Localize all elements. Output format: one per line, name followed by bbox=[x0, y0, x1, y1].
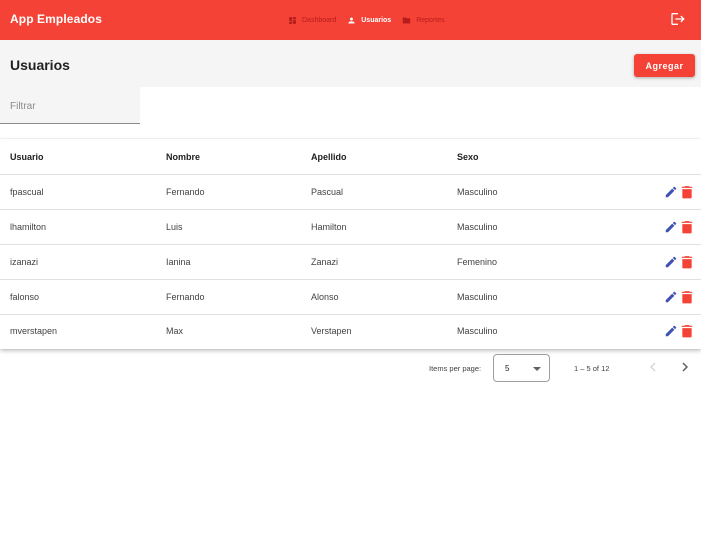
nav-item-usuarios[interactable]: Usuarios bbox=[347, 16, 391, 25]
edit-icon[interactable] bbox=[664, 220, 678, 234]
folder-icon bbox=[402, 17, 411, 23]
delete-icon[interactable] bbox=[681, 220, 693, 234]
cell-nombre: Fernando bbox=[166, 292, 205, 302]
column-header-apellido[interactable]: Apellido bbox=[311, 152, 347, 162]
edit-icon[interactable] bbox=[664, 324, 678, 338]
cell-usuario: mverstapen bbox=[10, 326, 58, 336]
next-page-button[interactable] bbox=[676, 358, 694, 376]
cell-usuario: lhamilton bbox=[10, 222, 47, 232]
cell-apellido: Alonso bbox=[311, 292, 339, 302]
cell-usuario: izanazi bbox=[10, 257, 39, 267]
users-table: Usuario Nombre Apellido Sexo fpascual Fe… bbox=[0, 139, 701, 349]
table-row: izanazi Ianina Zanazi Femenino bbox=[0, 245, 701, 280]
nav-item-label: Dashboard bbox=[302, 16, 337, 24]
nav-item-reportes[interactable]: Reportes bbox=[402, 16, 445, 25]
cell-usuario: falonso bbox=[10, 292, 40, 302]
person-icon bbox=[348, 17, 355, 23]
main-nav: Dashboard Usuarios Reportes bbox=[288, 0, 456, 40]
cell-nombre: Ianina bbox=[166, 257, 191, 267]
page-title: Usuarios bbox=[10, 57, 70, 73]
cell-nombre: Luis bbox=[166, 222, 183, 232]
cell-nombre: Fernando bbox=[166, 187, 205, 197]
delete-icon[interactable] bbox=[681, 255, 693, 269]
logout-icon bbox=[671, 13, 685, 25]
paginator: Items per page: 5 1 – 5 of 12 bbox=[0, 349, 701, 389]
cell-sexo: Masculino bbox=[457, 187, 498, 197]
nav-item-label: Reportes bbox=[416, 16, 445, 24]
cell-sexo: Femenino bbox=[457, 257, 498, 267]
column-header-usuario[interactable]: Usuario bbox=[10, 152, 44, 162]
cell-nombre: Max bbox=[166, 326, 184, 336]
delete-icon[interactable] bbox=[681, 324, 693, 338]
page-range-label: 1 – 5 of 12 bbox=[574, 364, 610, 373]
column-header-nombre[interactable]: Nombre bbox=[166, 152, 200, 162]
nav-item-dashboard[interactable]: Dashboard bbox=[288, 16, 336, 25]
cell-sexo: Masculino bbox=[457, 326, 498, 336]
app-title: App Empleados bbox=[10, 12, 102, 26]
filter-field bbox=[0, 87, 140, 124]
dashboard-icon bbox=[289, 16, 296, 24]
page-header: Usuarios Agregar bbox=[0, 40, 701, 87]
table-row: mverstapen Max Verstapen Masculino bbox=[0, 314, 701, 349]
edit-icon[interactable] bbox=[664, 255, 678, 269]
items-per-page-select[interactable]: 5 bbox=[493, 354, 550, 382]
items-per-page-value: 5 bbox=[505, 364, 510, 373]
table-row: lhamilton Luis Hamilton Masculino bbox=[0, 210, 701, 245]
chevron-right-icon bbox=[682, 362, 688, 372]
delete-icon[interactable] bbox=[681, 185, 693, 199]
table-row: falonso Fernando Alonso Masculino bbox=[0, 280, 701, 315]
cell-apellido: Hamilton bbox=[311, 222, 347, 232]
previous-page-button[interactable] bbox=[644, 358, 662, 376]
cell-usuario: fpascual bbox=[10, 187, 44, 197]
edit-icon[interactable] bbox=[664, 290, 678, 304]
cell-sexo: Masculino bbox=[457, 292, 498, 302]
edit-icon[interactable] bbox=[664, 185, 678, 199]
logout-button[interactable] bbox=[670, 11, 686, 27]
chevron-left-icon bbox=[650, 362, 656, 372]
cell-sexo: Masculino bbox=[457, 222, 498, 232]
dropdown-arrow-icon bbox=[533, 367, 541, 371]
items-per-page-label: Items per page: bbox=[429, 364, 482, 373]
cell-apellido: Zanazi bbox=[311, 257, 339, 267]
table-row: fpascual Fernando Pascual Masculino bbox=[0, 175, 701, 210]
add-user-button[interactable]: Agregar bbox=[634, 54, 695, 77]
cell-apellido: Pascual bbox=[311, 187, 344, 197]
nav-item-label: Usuarios bbox=[361, 16, 392, 24]
column-header-sexo[interactable]: Sexo bbox=[457, 152, 479, 162]
cell-apellido: Verstapen bbox=[311, 326, 352, 336]
delete-icon[interactable] bbox=[681, 290, 693, 304]
table-header-row: Usuario Nombre Apellido Sexo bbox=[0, 139, 701, 175]
filter-input[interactable] bbox=[10, 99, 135, 113]
app-toolbar: App Empleados Dashboard Usuarios Reporte… bbox=[0, 0, 701, 40]
